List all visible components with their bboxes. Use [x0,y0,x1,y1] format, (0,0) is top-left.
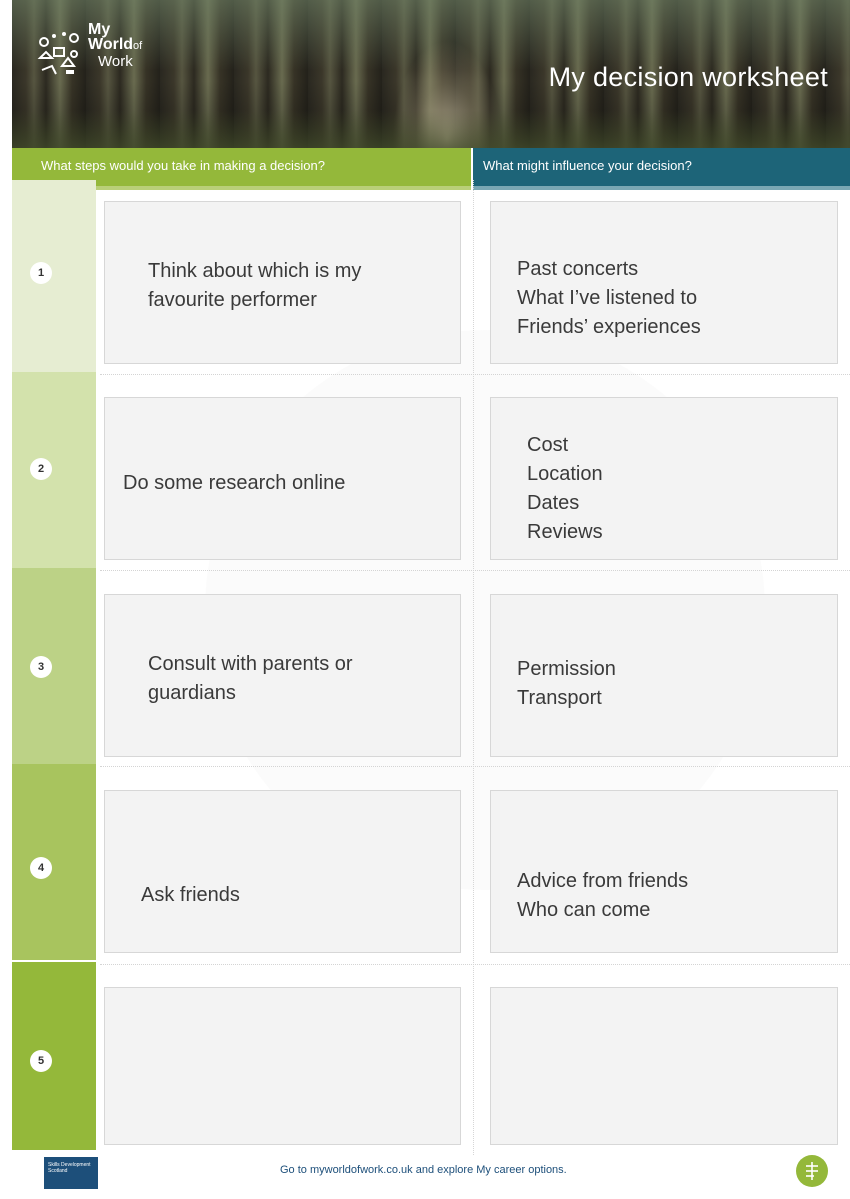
logo-line-1: My [88,21,111,38]
row-number-band [12,962,96,1150]
step-text: Consult with parents or guardians [148,653,353,704]
row-number-band [12,180,96,372]
influence-box[interactable]: Permission Transport [490,594,838,757]
row-divider [100,766,850,767]
step-box[interactable]: Do some research online [104,397,461,560]
column-divider [473,180,474,1155]
career-icons-cluster-icon [37,32,79,75]
worksheet-title: My decision worksheet [548,62,828,92]
influence-box[interactable]: Cost Location Dates Reviews [490,397,838,560]
row-divider [100,374,850,375]
influences-column-header-label: What might influence your decision? [483,158,692,173]
badge-glyph-icon [806,1162,818,1180]
influence-text: Cost Location Dates Reviews [527,434,603,543]
my-world-of-work-logo: My Worldof Work [36,22,196,82]
influence-text: Past concerts What I’ve listened to Frie… [517,258,701,338]
step-box[interactable] [104,987,461,1145]
row-number-badge: 4 [30,857,52,879]
influence-text: Advice from friends Who can come [517,870,689,921]
row-divider [100,964,850,965]
step-box[interactable]: Think about which is my favourite perfor… [104,201,461,364]
footer-logo-text: Skills Development Scotland [48,1162,91,1174]
row-number-band [12,764,96,960]
step-text: Think about which is my favourite perfor… [148,260,362,311]
step-text: Ask friends [141,884,240,906]
row-number-band [12,372,96,568]
logo-line-2: Worldof [88,36,143,53]
step-box[interactable]: Ask friends [104,790,461,953]
row-number-badge: 5 [30,1050,52,1072]
influences-column-header: What might influence your decision? [473,148,850,190]
row-divider [100,570,850,571]
step-text: Do some research online [123,472,346,494]
banner-forest-floor [12,110,850,148]
logo-line-3: Work [98,53,133,70]
steps-column-header-label: What steps would you take in making a de… [41,158,325,173]
row-number-band [12,568,96,764]
logo-wordmark: My Worldof Work [88,21,143,70]
row-number-badge: 1 [30,262,52,284]
influence-box[interactable]: Past concerts What I’ve listened to Frie… [490,201,838,364]
row-number-badge: 3 [30,656,52,678]
influence-box[interactable] [490,987,838,1145]
accessibility-badge-icon [796,1155,828,1187]
influence-box[interactable]: Advice from friends Who can come [490,790,838,953]
skills-development-scotland-logo: Skills Development Scotland [44,1157,98,1189]
row-number-badge: 2 [30,458,52,480]
step-box[interactable]: Consult with parents or guardians [104,594,461,757]
footer-message: Go to myworldofwork.co.uk and explore My… [280,1164,567,1176]
influence-text: Permission Transport [517,658,616,709]
